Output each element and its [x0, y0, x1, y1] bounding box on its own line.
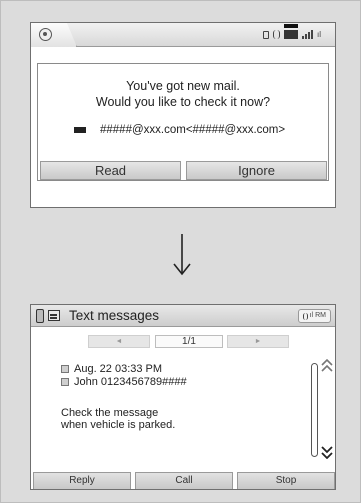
sender-address: #####@xxx.com<#####@xxx.com> — [100, 124, 286, 136]
reply-button[interactable]: Reply — [33, 472, 131, 489]
message-line-2: when vehicle is parked. — [61, 419, 176, 431]
text-messages-screen: Text messages ıl RM ◄ 1/1 ► Aug. 22 03:3… — [30, 304, 336, 490]
call-button[interactable]: Call — [135, 472, 233, 489]
status-badge: ıl RM — [297, 309, 331, 323]
next-page-button[interactable]: ► — [227, 335, 289, 348]
message-date-row: Aug. 22 03:33 PM — [61, 363, 162, 375]
message-sender-row: John 0123456789#### — [61, 376, 187, 388]
previous-page-button[interactable]: ◄ — [88, 335, 150, 348]
phone-icon[interactable] — [36, 309, 44, 323]
new-mail-screen: ıl You've got new mail. Would you like t… — [30, 22, 336, 208]
email-icon — [74, 127, 86, 133]
stop-button[interactable]: Stop — [237, 472, 335, 489]
ignore-button[interactable]: Ignore — [186, 161, 327, 180]
scroll-up-icon[interactable] — [321, 359, 333, 373]
signal-icon — [302, 30, 313, 39]
dialog-buttons: Read Ignore — [38, 161, 328, 181]
message-sender: John 0123456789#### — [74, 376, 187, 388]
illustration-frame: ıl You've got new mail. Would you like t… — [0, 0, 361, 503]
scrollbar[interactable] — [311, 363, 318, 457]
message-body: Aug. 22 03:33 PM John 0123456789#### Che… — [31, 353, 335, 471]
status-icons: ıl — [263, 24, 321, 39]
message-line-1: Check the message — [61, 407, 159, 419]
message-icon — [48, 310, 60, 321]
read-button[interactable]: Read — [40, 161, 181, 180]
home-tab[interactable] — [31, 23, 77, 47]
home-icon[interactable] — [39, 28, 52, 41]
calendar-icon — [61, 365, 69, 373]
phone-icon — [263, 31, 269, 39]
contact-icon — [61, 378, 69, 386]
message-date: Aug. 22 03:33 PM — [74, 363, 163, 375]
message-text: Check the message when vehicle is parked… — [61, 407, 175, 431]
header-bar: Text messages ıl RM — [31, 305, 335, 327]
new-mail-dialog: You've got new mail. Would you like to c… — [37, 63, 329, 181]
battery-icon — [284, 24, 298, 39]
bluetooth-icon — [273, 30, 280, 39]
status-bar: ıl — [31, 23, 335, 47]
pager: ◄ 1/1 ► — [31, 335, 335, 349]
down-arrow-icon — [173, 234, 191, 276]
antenna-icon: ıl — [317, 30, 321, 39]
action-buttons: Reply Call Stop — [31, 472, 335, 489]
dialog-message: You've got new mail. Would you like to c… — [38, 78, 328, 110]
sender-row: #####@xxx.com<#####@xxx.com> — [74, 124, 285, 136]
signal-icon: ıl — [309, 312, 314, 319]
message-line-1: You've got new mail. — [126, 79, 240, 93]
scroll-down-icon[interactable] — [321, 445, 333, 459]
bluetooth-icon — [302, 312, 308, 320]
page-title: Text messages — [69, 308, 160, 323]
message-line-2: Would you like to check it now? — [95, 95, 271, 109]
page-count: 1/1 — [155, 335, 223, 348]
status-text: RM — [315, 312, 326, 319]
